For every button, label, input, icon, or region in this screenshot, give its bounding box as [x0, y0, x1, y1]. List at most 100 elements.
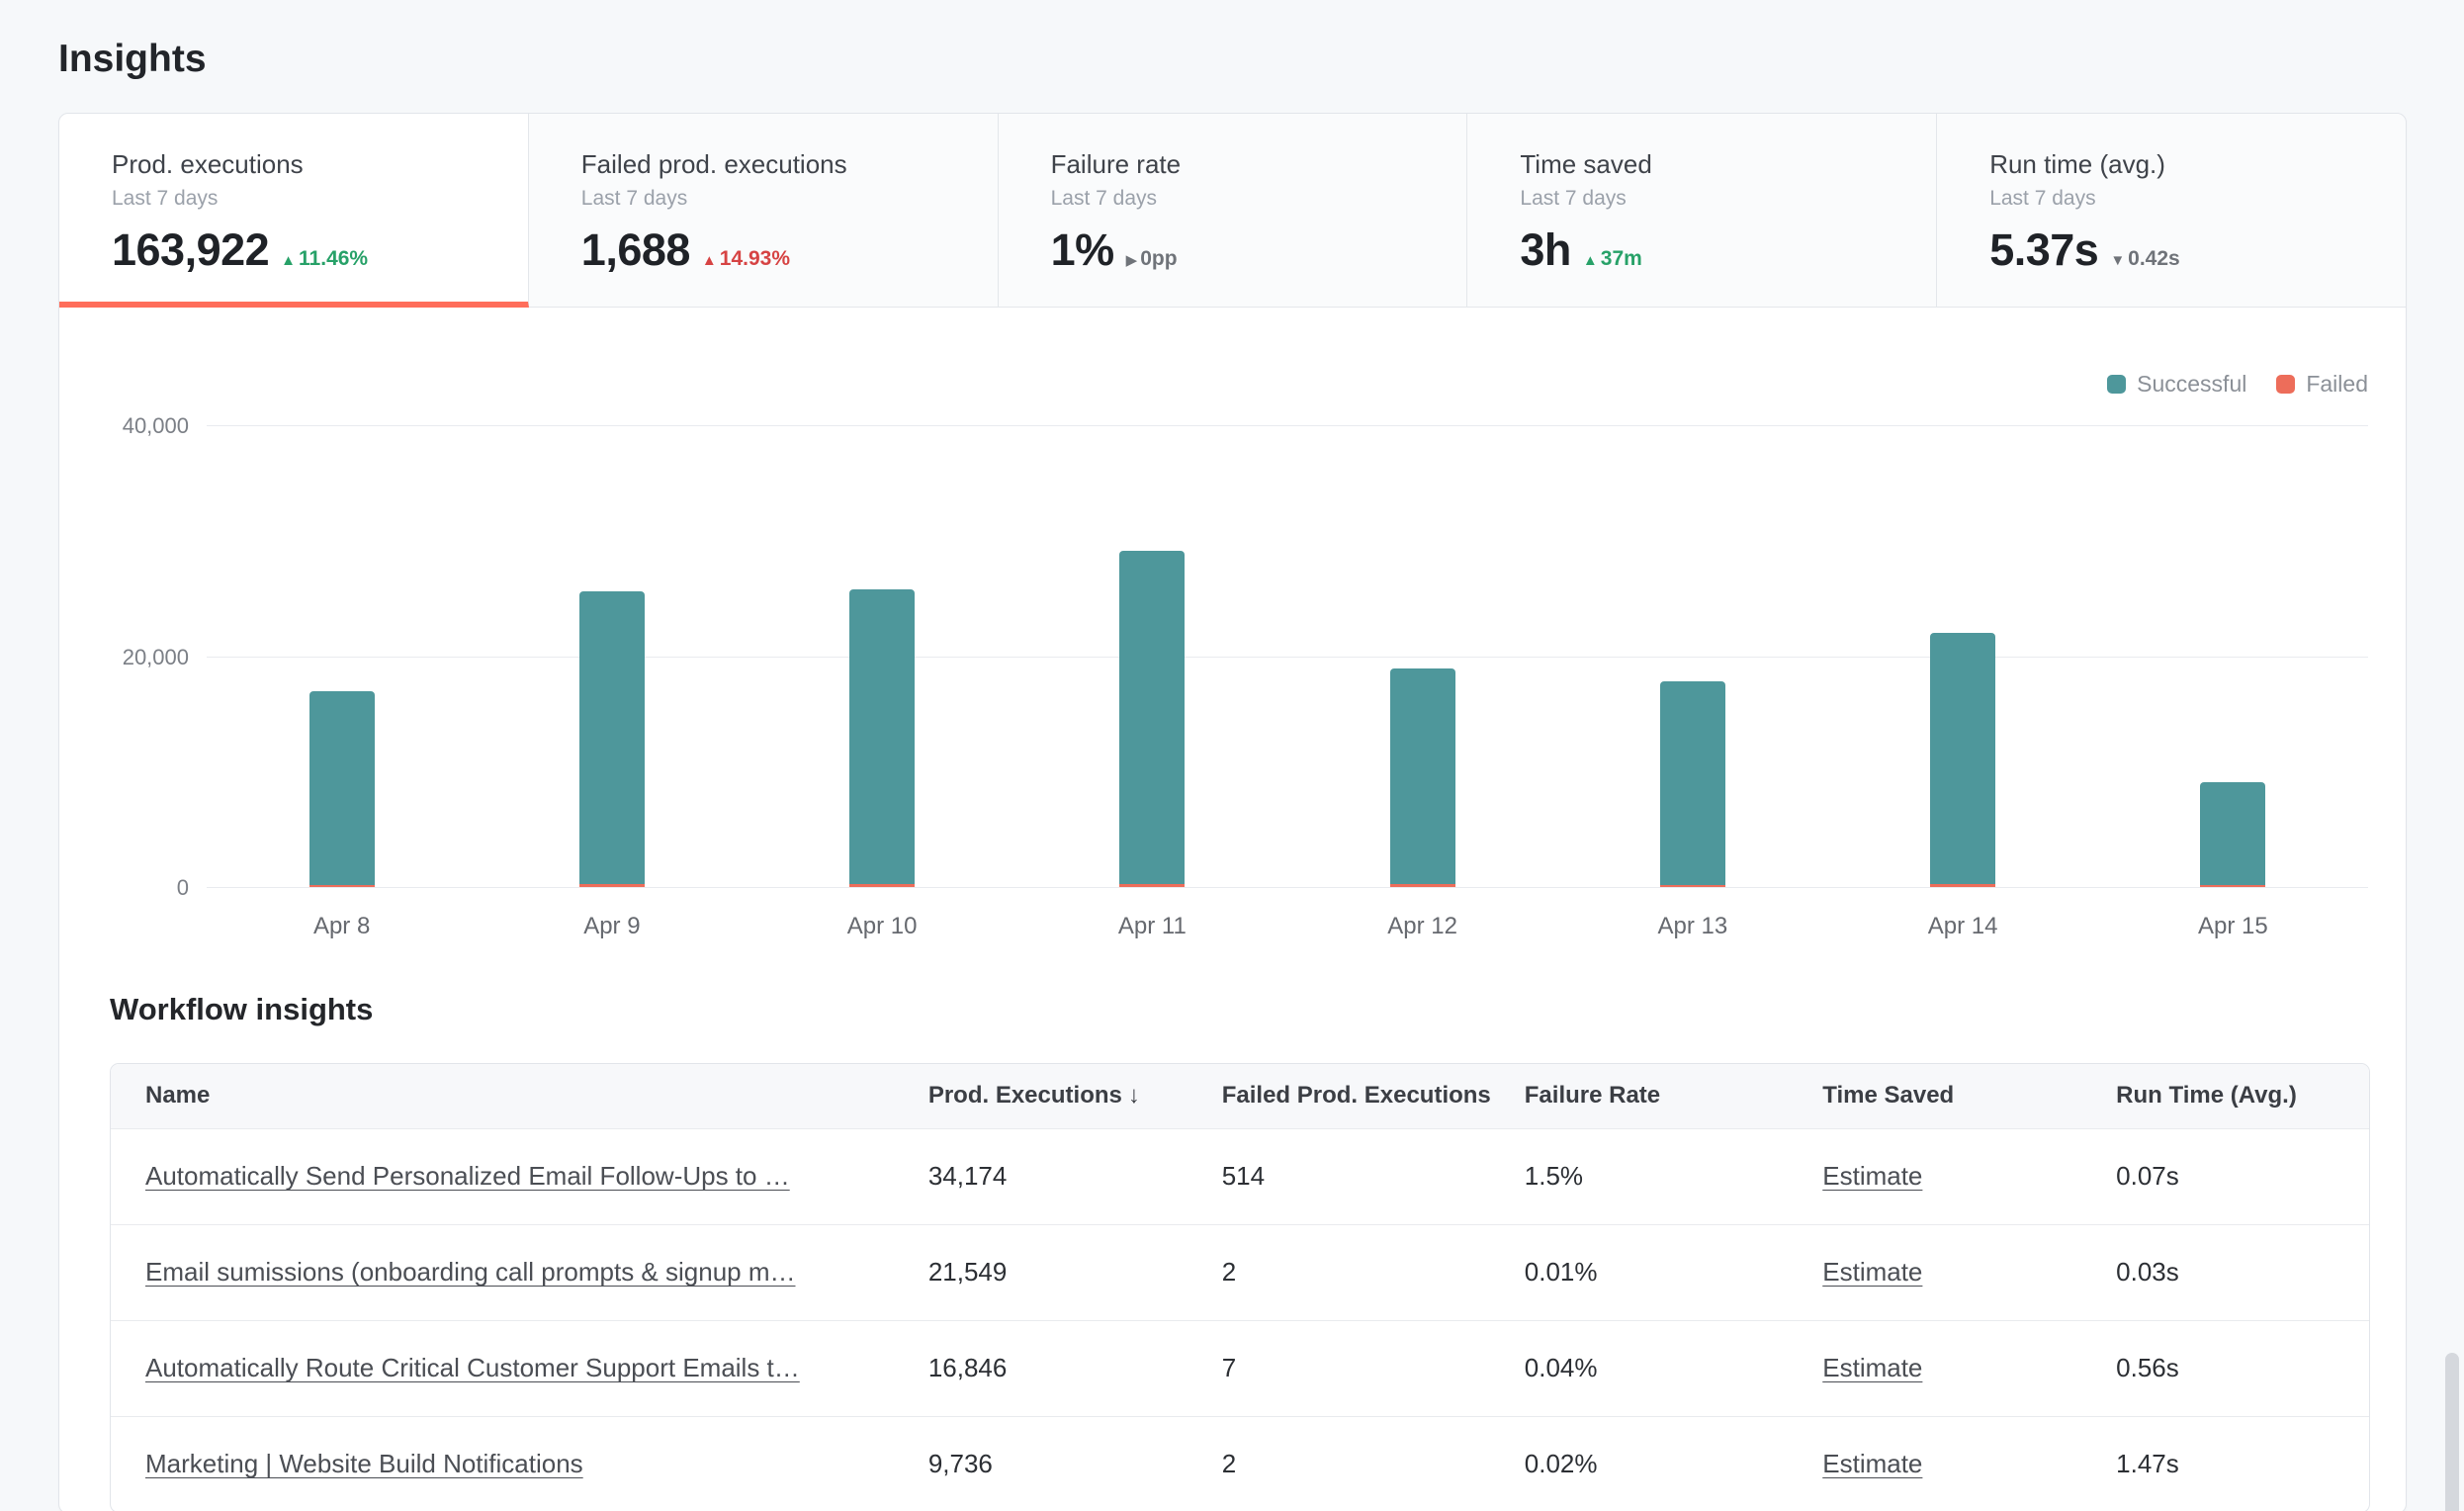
chart-plot: 020,00040,000 [207, 426, 2368, 888]
column-header-failure-rate[interactable]: Failure Rate [1525, 1064, 1822, 1128]
workflow-name-link[interactable]: Marketing | Website Build Notifications [145, 1449, 583, 1478]
metric-delta: ▲11.46% [281, 247, 368, 271]
failure-rate-cell: 0.04% [1525, 1320, 1822, 1416]
run-time-cell: 0.56s [2116, 1320, 2369, 1416]
time-saved-cell: Estimate [1822, 1320, 2116, 1416]
column-header-time-saved[interactable]: Time Saved [1822, 1064, 2116, 1128]
column-header-name[interactable]: Name [111, 1064, 928, 1128]
chart-legend: Successful Failed [2107, 371, 2368, 398]
workflow-row: Automatically Route Critical Customer Su… [111, 1320, 2369, 1416]
bar-successful-segment [309, 691, 375, 885]
prod-executions-cell: 9,736 [928, 1416, 1222, 1511]
bar-successful-segment [1660, 681, 1725, 884]
trend-down-icon: ▼ [2110, 252, 2125, 269]
metric-delta: ▲37m [1583, 247, 1642, 271]
bar-apr-8[interactable] [309, 691, 375, 887]
x-axis-label: Apr 12 [1287, 913, 1557, 940]
gridline [207, 657, 2368, 658]
bar-apr-15[interactable] [2200, 782, 2265, 887]
metric-value: 3h [1520, 224, 1571, 276]
failed-executions-cell: 2 [1222, 1416, 1525, 1511]
bar-successful-segment [1390, 668, 1455, 884]
metric-label: Run time (avg.) [1989, 149, 2382, 180]
metric-label: Failed prod. executions [581, 149, 974, 180]
bar-successful-segment [2200, 782, 2265, 885]
workflow-name-link[interactable]: Email sumissions (onboarding call prompt… [145, 1257, 796, 1287]
bar-apr-13[interactable] [1660, 681, 1725, 887]
metric-value-row: 163,922▲11.46% [112, 224, 504, 276]
column-header-failed-prod-executions[interactable]: Failed Prod. Executions [1222, 1064, 1525, 1128]
metric-card-time-saved[interactable]: Time savedLast 7 days3h▲37m [1467, 114, 1937, 308]
bar-failed-segment [849, 884, 915, 887]
x-axis-label: Apr 11 [1017, 913, 1287, 940]
bar-apr-14[interactable] [1930, 633, 1995, 887]
column-header-run-time-avg[interactable]: Run Time (Avg.) [2116, 1064, 2369, 1128]
legend-swatch-successful [2107, 375, 2126, 394]
metric-delta: ▲14.93% [702, 247, 790, 271]
bar-successful-segment [579, 591, 645, 885]
y-axis-label: 0 [60, 875, 189, 901]
failed-executions-cell: 2 [1222, 1224, 1525, 1320]
executions-chart: SuccessfulFailed 020,00040,000 Apr 8Apr … [59, 308, 2406, 972]
insights-page: Insights Prod. executionsLast 7 days163,… [0, 0, 2464, 1511]
metric-label: Time saved [1520, 149, 1912, 180]
failure-rate-cell: 0.02% [1525, 1416, 1822, 1511]
metric-period: Last 7 days [581, 187, 974, 211]
metric-value-row: 1,688▲14.93% [581, 224, 974, 276]
estimate-link[interactable]: Estimate [1822, 1353, 1922, 1382]
page-title: Insights [58, 38, 2407, 81]
workflow-name-cell: Marketing | Website Build Notifications [111, 1416, 928, 1511]
prod-executions-cell: 21,549 [928, 1224, 1222, 1320]
metric-value-row: 5.37s ▼0.42s [1989, 224, 2382, 276]
metric-card-failed-prod-executions[interactable]: Failed prod. executions Last 7 days 1,688▲… [529, 114, 999, 308]
bar-apr-10[interactable] [849, 589, 915, 887]
workflow-name-link[interactable]: Automatically Route Critical Customer Su… [145, 1353, 800, 1382]
trend-up-icon: ▲ [281, 252, 296, 269]
prod-executions-cell: 16,846 [928, 1320, 1222, 1416]
bar-successful-segment [1930, 633, 1995, 885]
legend-item-failed[interactable]: Failed [2276, 371, 2368, 398]
bar-apr-11[interactable] [1119, 551, 1185, 887]
workflow-row: Email sumissions (onboarding call prompt… [111, 1224, 2369, 1320]
bar-apr-9[interactable] [579, 591, 645, 887]
legend-label: Successful [2137, 371, 2246, 398]
gridline [207, 425, 2368, 426]
x-axis-label: Apr 13 [1557, 913, 1827, 940]
metric-value-row: 3h ▲37m [1520, 224, 1912, 276]
bar-failed-segment [1660, 885, 1725, 887]
metric-card-prod-executions[interactable]: Prod. executionsLast 7 days163,922▲11.46… [59, 114, 529, 308]
metric-period: Last 7 days [1051, 187, 1444, 211]
legend-swatch-failed [2276, 375, 2295, 394]
time-saved-cell: Estimate [1822, 1224, 2116, 1320]
bar-failed-segment [1390, 884, 1455, 887]
estimate-link[interactable]: Estimate [1822, 1449, 1922, 1478]
insights-panel: Prod. executionsLast 7 days163,922▲11.46… [58, 113, 2407, 1511]
bar-apr-12[interactable] [1390, 668, 1455, 887]
metric-card-failure-rate[interactable]: Failure rateLast 7 days1%▶0pp [999, 114, 1468, 308]
bar-failed-segment [1930, 884, 1995, 887]
x-axis-label: Apr 15 [2098, 913, 2368, 940]
run-time-cell: 1.47s [2116, 1416, 2369, 1511]
metric-value: 1% [1051, 224, 1114, 276]
workflow-name-link[interactable]: Automatically Send Personalized Email Fo… [145, 1161, 790, 1191]
metric-period: Last 7 days [1989, 187, 2382, 211]
bar-failed-segment [1119, 884, 1185, 888]
workflow-row: Marketing | Website Build Notifications 9… [111, 1416, 2369, 1511]
bar-successful-segment [1119, 551, 1185, 883]
workflow-row: Automatically Send Personalized Email Fo… [111, 1128, 2369, 1224]
metric-delta: ▼0.42s [2110, 247, 2179, 271]
metric-value: 5.37s [1989, 224, 2098, 276]
legend-label: Failed [2306, 371, 2368, 398]
metric-value-row: 1%▶0pp [1051, 224, 1444, 276]
column-header-prod-executions[interactable]: Prod. Executions↓ [928, 1064, 1222, 1128]
estimate-link[interactable]: Estimate [1822, 1257, 1922, 1287]
table-header-row: NameProd. Executions↓Failed Prod. Execut… [111, 1064, 2369, 1128]
bar-failed-segment [579, 884, 645, 887]
estimate-link[interactable]: Estimate [1822, 1161, 1922, 1191]
run-time-cell: 0.07s [2116, 1128, 2369, 1224]
scrollbar-thumb[interactable] [2445, 1353, 2459, 1511]
failure-rate-cell: 1.5% [1525, 1128, 1822, 1224]
metric-period: Last 7 days [112, 187, 504, 211]
legend-item-successful[interactable]: Successful [2107, 371, 2246, 398]
metric-card-run-time-avg[interactable]: Run time (avg.) Last 7 days 5.37s ▼0.42s [1937, 114, 2406, 308]
